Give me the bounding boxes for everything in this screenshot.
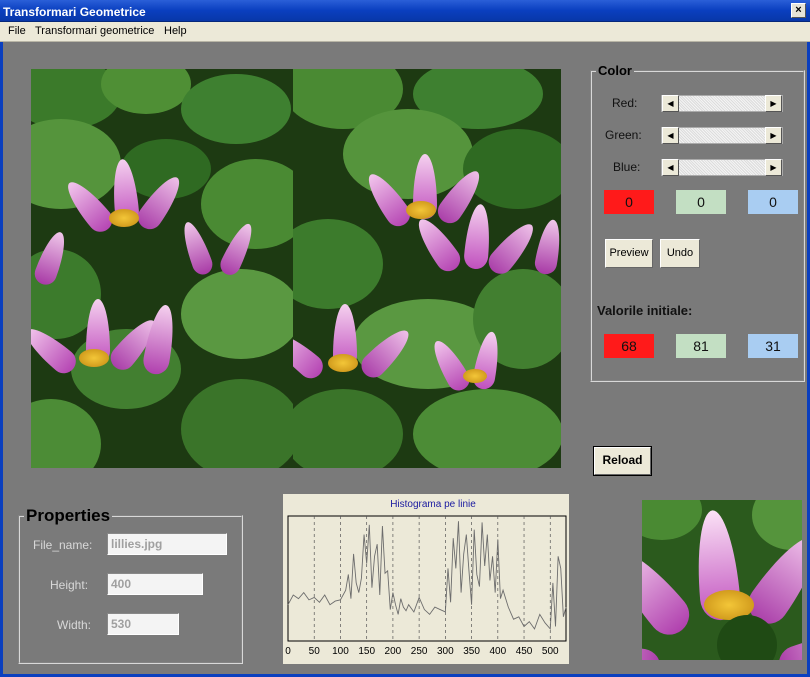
height-label: Height:	[50, 578, 89, 592]
reload-button[interactable]: Reload	[593, 446, 652, 476]
height-field[interactable]: 400	[107, 573, 203, 595]
histogram-x-tick-label: 150	[358, 646, 375, 657]
histogram-x-tick-label: 200	[385, 646, 402, 657]
histogram-svg: Histograma pe linie 0 50 100 150 200 250 300 35…	[285, 499, 567, 657]
blue-slider-left-arrow[interactable]: ◀	[662, 159, 679, 176]
histogram-x-tick-label: 50	[309, 646, 321, 657]
initial-blue-value: 31	[748, 334, 798, 358]
histogram-title: Histograma pe linie	[390, 499, 476, 510]
red-slider-left-arrow[interactable]: ◀	[662, 95, 679, 112]
red-label: Red:	[612, 96, 638, 110]
main-image-right	[293, 69, 561, 468]
file-name-field[interactable]: lillies.jpg	[107, 533, 227, 555]
histogram-x-tick-label: 250	[411, 646, 428, 657]
red-value: 0	[604, 190, 654, 214]
histogram-x-tick-label: 0	[285, 646, 291, 657]
histogram-x-tick-label: 350	[463, 646, 480, 657]
title-bar: Transformari Geometrice ×	[0, 0, 810, 22]
red-slider[interactable]: ◀ ▶	[661, 95, 783, 112]
blue-value: 0	[748, 190, 798, 214]
window-border-left	[0, 42, 3, 677]
histogram-x-tick-label: 450	[516, 646, 533, 657]
menu-bar: File Transformari geometrice Help	[0, 22, 810, 42]
file-name-label: File_name:	[33, 538, 93, 552]
green-slider-left-arrow[interactable]: ◀	[662, 127, 679, 144]
blue-label: Blue:	[613, 160, 641, 174]
menu-help[interactable]: Help	[164, 25, 187, 37]
main-image-left	[31, 69, 293, 468]
green-label: Green:	[605, 128, 642, 142]
preview-button[interactable]: Preview	[605, 239, 653, 268]
blue-slider[interactable]: ◀ ▶	[661, 159, 783, 176]
width-field[interactable]: 530	[107, 613, 179, 635]
histogram-x-tick-label: 100	[332, 646, 349, 657]
menu-transformari-geometrice[interactable]: Transformari geometrice	[35, 25, 154, 37]
green-slider[interactable]: ◀ ▶	[661, 127, 783, 144]
undo-button[interactable]: Undo	[660, 239, 700, 268]
initial-values-title: Valorile initiale:	[597, 303, 693, 318]
initial-red-value: 68	[604, 334, 654, 358]
histogram-chart: Histograma pe linie 0 50 100 150 200 250 300 35…	[283, 494, 569, 664]
zoom-image	[642, 500, 802, 660]
green-value: 0	[676, 190, 726, 214]
window-title: Transformari Geometrice	[3, 5, 146, 19]
width-label: Width:	[57, 618, 92, 632]
properties-group-title: Properties	[24, 506, 113, 526]
menu-file[interactable]: File	[8, 25, 26, 37]
red-slider-right-arrow[interactable]: ▶	[765, 95, 782, 112]
initial-green-value: 81	[676, 334, 726, 358]
histogram-x-tick-label: 400	[489, 646, 506, 657]
histogram-x-tick-label: 500	[542, 646, 559, 657]
histogram-x-tick-label: 300	[437, 646, 454, 657]
color-group-title: Color	[596, 63, 634, 78]
close-button[interactable]: ×	[791, 3, 806, 18]
green-slider-right-arrow[interactable]: ▶	[765, 127, 782, 144]
blue-slider-right-arrow[interactable]: ▶	[765, 159, 782, 176]
